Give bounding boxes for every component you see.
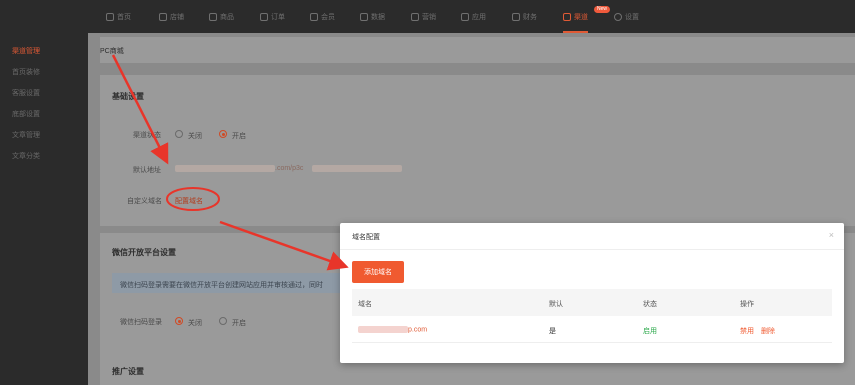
- domain-redacted: [358, 326, 408, 333]
- nav-item-marketing[interactable]: 营销: [411, 0, 436, 33]
- breadcrumb-bar: PC商城: [100, 37, 855, 63]
- col-actions: 操作: [740, 301, 754, 308]
- nav-item-data[interactable]: 数据: [360, 0, 385, 33]
- wechat-on-label: 开启: [232, 320, 246, 327]
- config-domain-link[interactable]: 配置域名: [175, 196, 203, 206]
- goods-icon: [209, 12, 217, 21]
- sidebar-item-home-decor[interactable]: 首页装修: [12, 67, 40, 77]
- finance-icon: [512, 12, 520, 21]
- col-status: 状态: [643, 301, 657, 308]
- close-icon[interactable]: ×: [829, 230, 834, 240]
- delete-link[interactable]: 删除: [761, 326, 775, 336]
- default-url-redacted: [175, 165, 275, 172]
- status-off-radio[interactable]: [175, 130, 183, 138]
- nav-item-finance[interactable]: 财务: [512, 0, 537, 33]
- wechat-notice: 微信扫码登录需要在微信开放平台创建网站应用并审核通过，同时: [112, 273, 352, 293]
- status-on-radio[interactable]: [219, 130, 227, 138]
- app-icon: [461, 12, 469, 21]
- basic-settings-title: 基础设置: [112, 92, 144, 101]
- breadcrumb: PC商城: [100, 48, 124, 55]
- default-url-label: 默认地址: [133, 167, 161, 174]
- sidebar: 渠道管理 首页装修 客服设置 底部设置 文章管理 文章分类: [0, 33, 88, 385]
- status-off-label: 关闭: [188, 133, 202, 140]
- tag-icon: [411, 12, 419, 21]
- shop-icon: [159, 12, 167, 21]
- channel-icon: [563, 12, 571, 21]
- modal-title: 域名配置: [352, 234, 380, 241]
- sidebar-item-articles[interactable]: 文章管理: [12, 130, 40, 140]
- col-domain: 域名: [358, 301, 372, 308]
- promo-settings-title: 推广设置: [112, 367, 144, 376]
- gear-icon: [614, 12, 622, 21]
- default-cell: 是: [549, 328, 556, 335]
- nav-item-shop[interactable]: 店铺: [159, 0, 184, 33]
- wechat-off-label: 关闭: [188, 320, 202, 327]
- home-icon: [106, 12, 114, 21]
- custom-domain-label: 自定义域名: [127, 198, 162, 205]
- add-domain-button[interactable]: 添加域名: [352, 261, 404, 283]
- wechat-settings-title: 微信开放平台设置: [112, 248, 176, 257]
- disable-link[interactable]: 禁用: [740, 326, 754, 336]
- nav-item-order[interactable]: 订单: [260, 0, 285, 33]
- sidebar-item-footer[interactable]: 底部设置: [12, 109, 40, 119]
- user-icon: [310, 12, 318, 21]
- nav-item-home[interactable]: 首页: [106, 0, 131, 33]
- col-default: 默认: [549, 301, 563, 308]
- sidebar-item-article-cat[interactable]: 文章分类: [12, 151, 40, 161]
- table-row: p.com 是 启用 禁用 删除: [352, 316, 832, 343]
- default-url-value: .com/p3c: [275, 165, 304, 172]
- sidebar-item-service[interactable]: 客服设置: [12, 88, 40, 98]
- modal-divider: [340, 249, 844, 250]
- domain-table-header: 域名 默认 状态 操作: [352, 289, 832, 316]
- nav-item-channel[interactable]: 渠道: [563, 0, 588, 33]
- nav-item-apps[interactable]: 应用: [461, 0, 486, 33]
- domain-config-modal: 域名配置 × 添加域名 域名 默认 状态 操作 p.com 是 启用 禁用 删除: [340, 223, 844, 363]
- default-url-redacted-tail: [312, 165, 402, 172]
- wechat-login-label: 微信扫码登录: [120, 319, 162, 326]
- status-on-label: 开启: [232, 133, 246, 140]
- new-badge: New: [594, 6, 611, 13]
- wechat-off-radio[interactable]: [175, 317, 183, 325]
- order-icon: [260, 12, 268, 21]
- status-cell: 启用: [643, 328, 657, 335]
- chart-icon: [360, 12, 368, 21]
- top-nav: 首页 店铺 商品 订单 会员 数据 营销 应用 财务 渠道 New 设置: [0, 0, 855, 33]
- nav-item-goods[interactable]: 商品: [209, 0, 234, 33]
- sidebar-item-channel-manage[interactable]: 渠道管理: [12, 46, 40, 56]
- nav-item-member[interactable]: 会员: [310, 0, 335, 33]
- basic-settings-card: 基础设置 渠道状态 关闭 开启 默认地址 .com/p3c 自定义域名 配置域名: [100, 75, 855, 226]
- domain-cell: p.com: [358, 326, 427, 333]
- nav-item-settings[interactable]: 设置: [614, 0, 639, 33]
- wechat-on-radio[interactable]: [219, 317, 227, 325]
- channel-status-label: 渠道状态: [133, 132, 161, 139]
